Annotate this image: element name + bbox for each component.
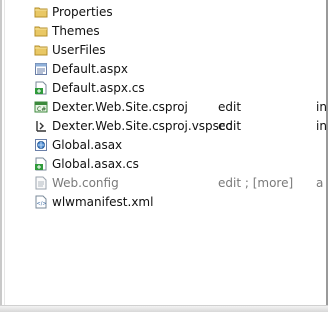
csproj-icon: C# [34,100,48,114]
aspx-page-icon [34,62,48,76]
file-row[interactable]: UserFiles [0,41,326,60]
file-row[interactable]: Dexter.Web.Site.csproj.vspscc edit in [0,117,326,136]
file-row[interactable]: </> wlwmanifest.xml [0,193,326,212]
csharp-file-icon [34,81,48,95]
file-name: Dexter.Web.Site.csproj.vspscc [52,119,233,133]
svg-text:C#: C# [37,106,46,113]
file-row[interactable]: Global.asax.cs [0,155,326,174]
folder-icon [34,5,48,19]
bottom-edge [0,305,328,312]
file-row[interactable]: Default.aspx.cs [0,79,326,98]
file-name: Global.asax [52,138,123,152]
file-name: wlwmanifest.xml [52,195,154,209]
file-row[interactable]: Themes [0,22,326,41]
file-extra: a [316,176,324,190]
file-name: UserFiles [52,43,106,57]
file-name: Web.config [52,176,119,190]
file-extra: in [316,100,326,114]
file-name: Dexter.Web.Site.csproj [52,100,188,114]
config-file-icon [34,176,48,190]
file-row[interactable]: Web.config edit ; [more] a [0,174,326,193]
source-control-icon [34,119,48,133]
file-row[interactable]: C# Dexter.Web.Site.csproj edit in [0,98,326,117]
svg-text:</>: </> [37,201,47,207]
file-name: Global.asax.cs [52,157,139,171]
file-extra: in [316,119,326,133]
file-row[interactable]: Global.asax [0,136,326,155]
file-status: edit [218,119,242,133]
file-row[interactable]: Default.aspx [0,60,326,79]
file-name: Default.aspx.cs [52,81,145,95]
file-status: edit ; [more] [218,176,294,190]
file-row[interactable]: Properties [0,3,326,22]
folder-icon [34,43,48,57]
file-name: Properties [52,5,113,19]
file-list: Properties Themes UserFiles Default.aspx… [0,3,326,212]
xml-file-icon: </> [34,195,48,209]
folder-icon [34,24,48,38]
asax-file-icon [34,138,48,152]
file-name: Themes [52,24,100,38]
file-status: edit [218,100,242,114]
csharp-file-icon [34,157,48,171]
file-name: Default.aspx [52,62,128,76]
